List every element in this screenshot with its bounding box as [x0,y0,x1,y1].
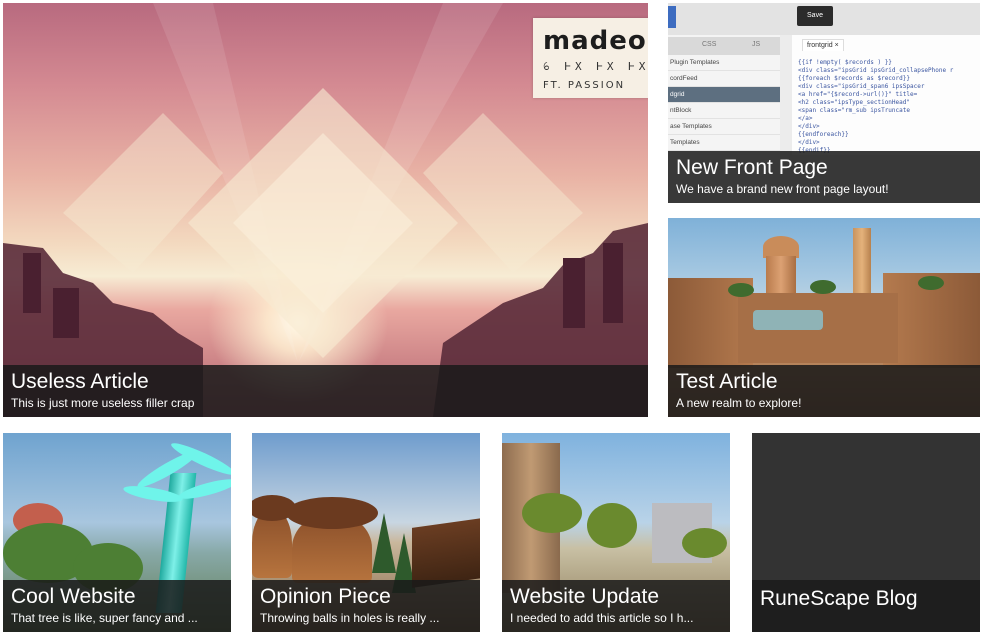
editor-code-tab: frontgrid × [802,39,844,51]
article-title[interactable]: Website Update [510,586,722,608]
code-line: </a> [798,115,813,122]
article-grid: madeo ꕃ ⱵX ⱵX ⱵX FT. PASSION Useless Art… [0,0,983,636]
editor-tab-js: JS [752,41,761,48]
editor-tab-css: CSS [702,41,717,48]
code-line: <span class="rm_sub ipsTruncate [798,107,910,114]
article-title[interactable]: New Front Page [676,157,972,179]
article-caption: Cool Website That tree is like, super fa… [3,580,231,632]
album-name: madeo [543,26,647,56]
editor-list-item: Plugin Templates [668,55,780,71]
code-line: <div class="ipsGrid_span6 ipsSpacer [798,83,925,90]
album-feature: FT. PASSION [543,80,626,91]
article-title[interactable]: Cool Website [11,586,223,608]
article-tile-opinion-piece[interactable]: Opinion Piece Throwing balls in holes is… [252,433,480,632]
article-subtitle: We have a brand new front page layout! [676,182,889,196]
editor-list-item: dgrid [668,87,780,103]
code-line: <a href="{$record->url()}" title= [798,91,918,98]
editor-save-button: Save [797,6,833,26]
article-title[interactable]: Test Article [676,371,972,393]
article-tile-runescape-blog[interactable]: RuneScape Blog [752,433,980,632]
article-tile-new-front-page[interactable]: Save CSS JS Plugin Templates cordFeed dg… [668,3,980,203]
article-subtitle: A new realm to explore! [676,396,802,410]
editor-code-tab-label: frontgrid [807,42,833,49]
article-caption: Useless Article This is just more useles… [3,365,648,417]
article-image-album-art: madeo ꕃ ⱵX ⱵX ⱵX FT. PASSION [3,3,648,417]
article-title[interactable]: Opinion Piece [260,586,472,608]
article-caption: RuneScape Blog [752,580,980,632]
code-line: </div> [798,123,820,130]
article-tile-test-article[interactable]: Test Article A new realm to explore! [668,218,980,417]
close-icon: × [834,42,839,49]
editor-list-item: cordFeed [668,71,780,87]
code-line: {{foreach $records as $record}} [798,75,910,82]
article-tile-useless-article[interactable]: madeo ꕃ ⱵX ⱵX ⱵX FT. PASSION Useless Art… [3,3,648,417]
article-subtitle: That tree is like, super fancy and ... [11,611,198,625]
editor-list-item: ntBlock [668,103,780,119]
code-line: </div> [798,139,820,146]
code-line: <h2 class="ipsType_sectionHead" [798,99,910,106]
code-line: {{endforeach}} [798,131,849,138]
album-runes: ꕃ ⱵX ⱵX ⱵX [543,60,648,73]
editor-template-list: Plugin Templates cordFeed dgrid ntBlock … [668,55,780,151]
article-caption: New Front Page We have a brand new front… [668,151,980,203]
article-caption: Website Update I needed to add this arti… [502,580,730,632]
article-subtitle: I needed to add this article so I h... [510,611,694,625]
editor-list-item: ase Templates [668,119,780,135]
article-tile-cool-website[interactable]: Cool Website That tree is like, super fa… [3,433,231,632]
album-label: madeo ꕃ ⱵX ⱵX ⱵX FT. PASSION [533,18,648,98]
article-tile-website-update[interactable]: Website Update I needed to add this arti… [502,433,730,632]
code-line: <div class="ipsGrid ipsGrid_collapsePhon… [798,67,954,74]
article-caption: Test Article A new realm to explore! [668,365,980,417]
article-title[interactable]: Useless Article [11,371,640,393]
code-line: {{if !empty( $records ) }} [798,59,892,66]
editor-list-item: Templates [668,135,780,151]
article-subtitle: This is just more useless filler crap [11,396,195,410]
article-title[interactable]: RuneScape Blog [760,588,972,610]
article-caption: Opinion Piece Throwing balls in holes is… [252,580,480,632]
article-subtitle: Throwing balls in holes is really ... [260,611,440,625]
